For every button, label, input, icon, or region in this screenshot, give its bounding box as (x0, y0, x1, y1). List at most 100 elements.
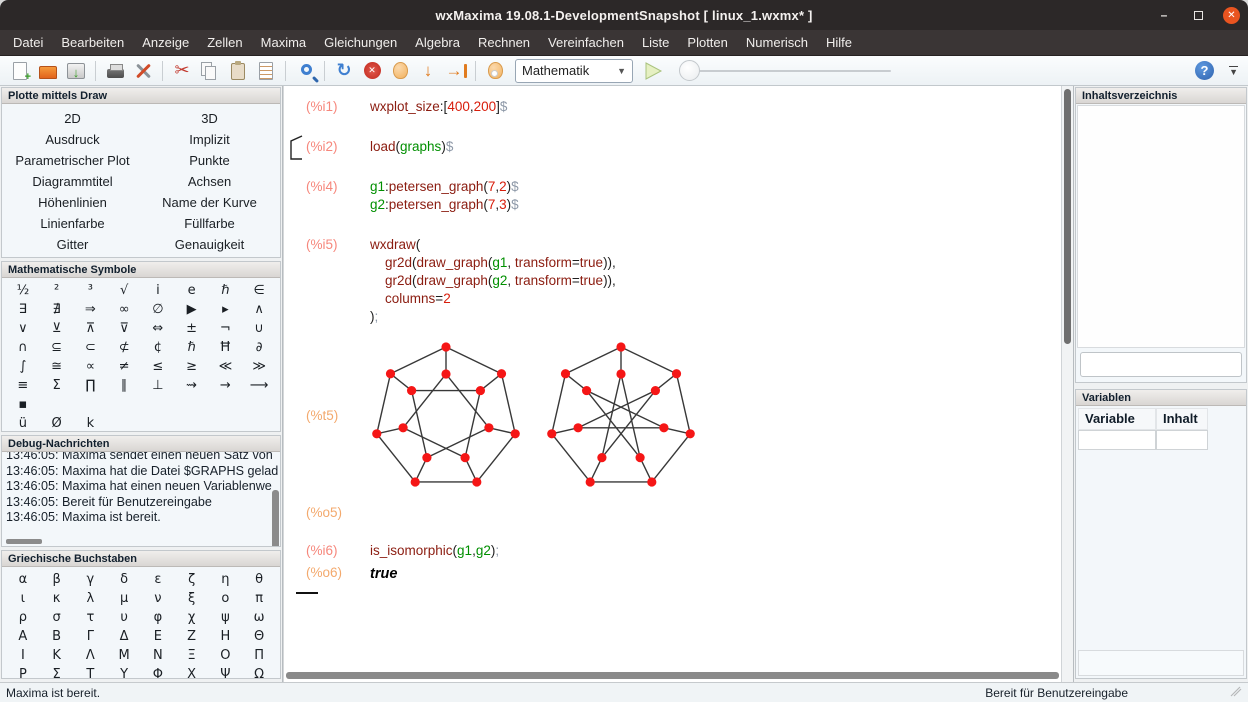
math-symbol-button[interactable]: ≠ (107, 357, 141, 376)
draw-button-ausdruck[interactable]: Ausdruck (4, 129, 141, 150)
worksheet-cell[interactable]: (%o6)true (284, 564, 1061, 584)
menu-item-vereinfachen[interactable]: Vereinfachen (539, 31, 633, 54)
math-symbol-button[interactable]: ∩ (6, 338, 40, 357)
minimize-button[interactable]: – (1155, 6, 1173, 24)
greek-letter-button[interactable]: χ (175, 608, 209, 627)
math-symbol-button[interactable]: ∧ (242, 300, 276, 319)
math-symbol-button[interactable]: ∞ (107, 300, 141, 319)
math-symbol-button[interactable]: ü (6, 414, 40, 432)
greek-letter-button[interactable]: θ (242, 570, 276, 589)
paste-button[interactable] (225, 58, 251, 84)
greek-letter-button[interactable]: ε (141, 570, 175, 589)
interrupt-button[interactable]: ✕ (359, 58, 385, 84)
math-symbol-button[interactable]: ∝ (74, 357, 108, 376)
greek-letter-button[interactable]: η (209, 570, 243, 589)
greek-letter-button[interactable]: γ (74, 570, 108, 589)
code-line[interactable]: g2:petersen_graph(7,3)$ (370, 196, 519, 214)
greek-letter-button[interactable]: Λ (74, 646, 108, 665)
greek-letter-button[interactable]: Ψ (209, 665, 243, 679)
worksheet-document[interactable]: (%i1)wxplot_size:[400,200]$(%i2)load(gra… (284, 86, 1061, 682)
worksheet-vertical-scrollbar[interactable] (1061, 86, 1073, 682)
hide-code-button[interactable] (482, 58, 508, 84)
math-symbol-button[interactable]: ∈ (242, 281, 276, 300)
save-button[interactable]: ↓ (63, 58, 89, 84)
math-symbol-button[interactable]: ⇔ (141, 319, 175, 338)
math-symbol-button[interactable]: ³ (74, 281, 108, 300)
greek-letter-button[interactable]: Μ (107, 646, 141, 665)
code-line[interactable]: wxplot_size:[400,200]$ (370, 98, 507, 116)
math-symbol-button[interactable]: ⟶ (242, 376, 276, 395)
cell-bracket-icon[interactable] (290, 134, 303, 166)
math-symbol-button[interactable]: Ø (40, 414, 74, 432)
greek-letter-button[interactable]: κ (40, 589, 74, 608)
greek-letter-button[interactable]: Ζ (175, 627, 209, 646)
code-line[interactable]: wxdraw( (370, 236, 616, 254)
code-line[interactable]: load(graphs)$ (370, 138, 453, 156)
draw-button-achsen[interactable]: Achsen (141, 171, 278, 192)
math-symbol-button[interactable]: ± (175, 319, 209, 338)
math-symbol-button[interactable]: ▪ (6, 395, 40, 414)
greek-letter-button[interactable]: ω (242, 608, 276, 627)
greek-letter-button[interactable]: ι (6, 589, 40, 608)
worksheet-horizontal-scrollbar[interactable] (286, 672, 1059, 679)
math-symbol-button[interactable]: ℏ (175, 338, 209, 357)
select-text-button[interactable] (253, 58, 279, 84)
menu-item-anzeige[interactable]: Anzeige (133, 31, 198, 54)
menu-item-algebra[interactable]: Algebra (406, 31, 469, 54)
draw-button-genauigkeit[interactable]: Genauigkeit (141, 234, 278, 255)
code-text[interactable]: wxplot_size:[400,200]$ (370, 98, 507, 116)
greek-letter-button[interactable]: Π (242, 646, 276, 665)
menu-item-rechnen[interactable]: Rechnen (469, 31, 539, 54)
greek-letter-button[interactable]: Υ (107, 665, 141, 679)
toc-filter-input[interactable] (1080, 352, 1242, 377)
cell-type-combobox[interactable]: Mathematik ▼ (515, 59, 633, 83)
draw-button-höhenlinien[interactable]: Höhenlinien (4, 192, 141, 213)
greek-letter-button[interactable]: τ (74, 608, 108, 627)
close-button[interactable]: ✕ (1223, 7, 1240, 24)
math-symbol-button[interactable]: ¢ (141, 338, 175, 357)
follow-button[interactable] (387, 58, 413, 84)
math-symbol-button[interactable]: ⇝ (175, 376, 209, 395)
math-symbol-button[interactable]: ℏ (209, 281, 243, 300)
math-symbol-button[interactable]: ∪ (242, 319, 276, 338)
worksheet-cell[interactable]: (%i2)load(graphs)$ (284, 138, 1061, 156)
code-text[interactable]: load(graphs)$ (370, 138, 453, 156)
greek-letter-button[interactable]: Τ (74, 665, 108, 679)
math-symbol-button[interactable]: ≤ (141, 357, 175, 376)
open-folder-button[interactable] (35, 58, 61, 84)
eval-to-here-button[interactable]: ↓ (415, 58, 441, 84)
resize-grip-icon[interactable] (1230, 685, 1242, 700)
draw-button-2d[interactable]: 2D (4, 108, 141, 129)
graph-image-petersen_graph(7,3)[interactable] (545, 340, 697, 492)
math-symbol-button[interactable]: ⇒ (74, 300, 108, 319)
greek-letter-button[interactable]: Σ (40, 665, 74, 679)
restart-button[interactable]: ↻ (331, 58, 357, 84)
math-symbol-button[interactable]: ½ (6, 281, 40, 300)
animation-slider[interactable] (681, 70, 891, 72)
math-symbol-button[interactable]: ∨ (6, 319, 40, 338)
menu-item-datei[interactable]: Datei (4, 31, 52, 54)
draw-button-gitter[interactable]: Gitter (4, 234, 141, 255)
new-file-button[interactable]: + (7, 58, 33, 84)
math-symbol-button[interactable]: ≪ (209, 357, 243, 376)
math-symbol-button[interactable]: k (74, 414, 108, 432)
play-button[interactable] (640, 58, 666, 84)
math-symbol-button[interactable]: ⊽ (107, 319, 141, 338)
math-symbol-button[interactable]: e (175, 281, 209, 300)
greek-letter-button[interactable]: Ν (141, 646, 175, 665)
greek-letter-button[interactable]: π (242, 589, 276, 608)
greek-letter-button[interactable]: Φ (141, 665, 175, 679)
greek-letter-button[interactable]: σ (40, 608, 74, 627)
math-symbol-button[interactable]: ≅ (40, 357, 74, 376)
greek-letter-button[interactable]: υ (107, 608, 141, 627)
menu-item-bearbeiten[interactable]: Bearbeiten (52, 31, 133, 54)
graph-image-petersen_graph(7,2)[interactable] (370, 340, 522, 492)
greek-letter-button[interactable]: β (40, 570, 74, 589)
math-symbol-button[interactable]: ∫ (6, 357, 40, 376)
greek-letter-button[interactable]: α (6, 570, 40, 589)
code-text[interactable]: wxdraw( gr2d(draw_graph(g1, transform=tr… (370, 236, 616, 326)
greek-letter-button[interactable]: Ι (6, 646, 40, 665)
math-symbol-button[interactable]: ∂ (242, 338, 276, 357)
greek-letter-button[interactable]: ο (209, 589, 243, 608)
greek-letter-button[interactable]: ψ (209, 608, 243, 627)
